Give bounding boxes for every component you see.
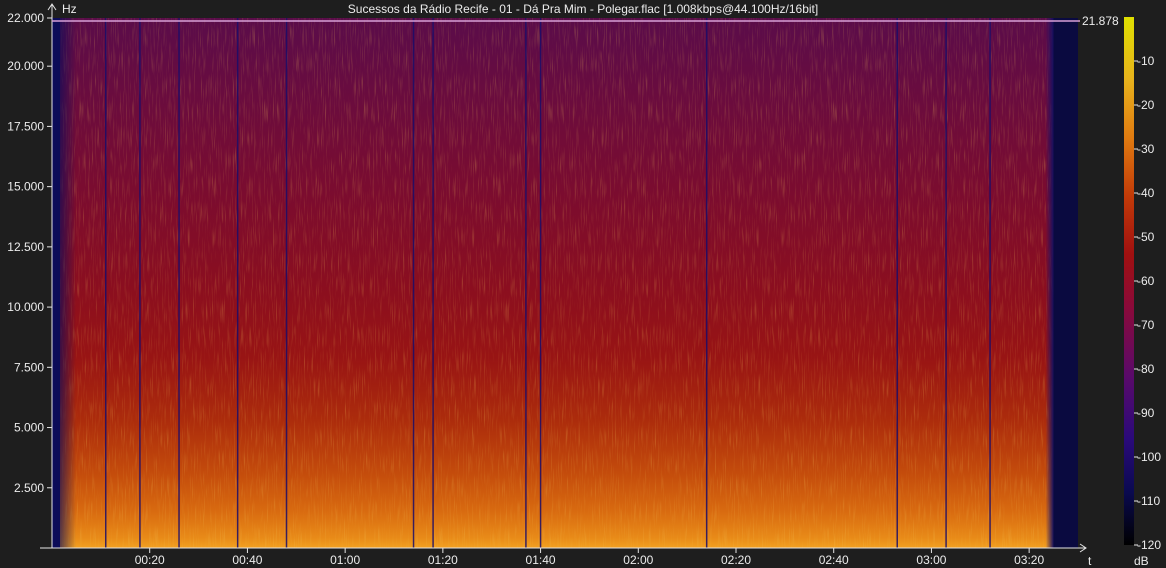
- x-tick-label: 03:00: [916, 553, 946, 567]
- cutoff-label: 21.878: [1082, 14, 1119, 28]
- colorbar-tick-label: -20: [1137, 98, 1155, 112]
- colorbar-tick-label: -40: [1137, 186, 1155, 200]
- x-axis-label: t: [1088, 554, 1092, 568]
- spectrogram-silence: [1053, 18, 1078, 548]
- x-tick-label: 01:20: [428, 553, 458, 567]
- y-tick-label: 20.000: [7, 59, 44, 73]
- colorbar-tick-label: -60: [1137, 274, 1155, 288]
- y-tick-label: 12.500: [7, 240, 44, 254]
- colorbar-tick-label: -10: [1137, 54, 1155, 68]
- colorbar-ticks: -10 -20 -30 -40 -50 -60 -70 -80 -90 -100 -110 -120: [1134, 54, 1161, 552]
- y-tick-label: 5.000: [14, 421, 44, 435]
- y-tick-label: 7.500: [14, 360, 44, 374]
- spectrogram-fade-in: [52, 18, 76, 548]
- y-tick-label: 15.000: [7, 180, 44, 194]
- y-axis-ticks: 22.000 20.000 17.500 15.000 12.500 10.000 7.50…: [7, 11, 52, 495]
- colorbar-tick-label: -80: [1137, 362, 1155, 376]
- x-axis-ticks: 00:20 00:40 01:00 01:20 01:40 02:00 02:20 02:40…: [135, 548, 1044, 567]
- colorbar-label: dB: [1134, 554, 1149, 568]
- colorbar-tick-label: -30: [1137, 142, 1155, 156]
- x-tick-label: 03:20: [1014, 553, 1044, 567]
- colorbar-tick-label: -100: [1137, 450, 1161, 464]
- spectrogram-chart: 22.000 20.000 17.500 15.000 12.500 10.000 7.50…: [7, 2, 1161, 568]
- spectrogram-texture: [60, 18, 1054, 548]
- x-tick-label: 01:40: [526, 553, 556, 567]
- chart-title: Sucessos da Rádio Recife - 01 - Dá Pra M…: [348, 2, 818, 16]
- x-tick-label: 01:00: [330, 553, 360, 567]
- colorbar-tick-label: -120: [1137, 538, 1161, 552]
- y-tick-label: 22.000: [7, 11, 44, 25]
- x-tick-label: 00:40: [232, 553, 262, 567]
- x-tick-label: 02:40: [819, 553, 849, 567]
- colorbar: -10-20-30-40-50-60-70-80-90-100-110-120 …: [1124, 17, 1161, 568]
- x-tick-label: 02:00: [623, 553, 653, 567]
- colorbar-gradient: [1124, 17, 1134, 545]
- y-tick-label: 2.500: [14, 481, 44, 495]
- colorbar-tick-label: -110: [1137, 494, 1160, 508]
- spectrogram-fade-out: [1045, 18, 1054, 548]
- spectrogram-plot: [52, 18, 1078, 548]
- colorbar-tick-label: -90: [1137, 406, 1155, 420]
- colorbar-tick-label: -50: [1137, 230, 1155, 244]
- x-tick-label: 00:20: [135, 553, 165, 567]
- colorbar-tick-label: -70: [1137, 318, 1155, 332]
- y-tick-label: 10.000: [7, 300, 44, 314]
- y-axis-label: Hz: [62, 2, 77, 16]
- y-tick-label: 17.500: [7, 119, 44, 133]
- x-tick-label: 02:20: [721, 553, 751, 567]
